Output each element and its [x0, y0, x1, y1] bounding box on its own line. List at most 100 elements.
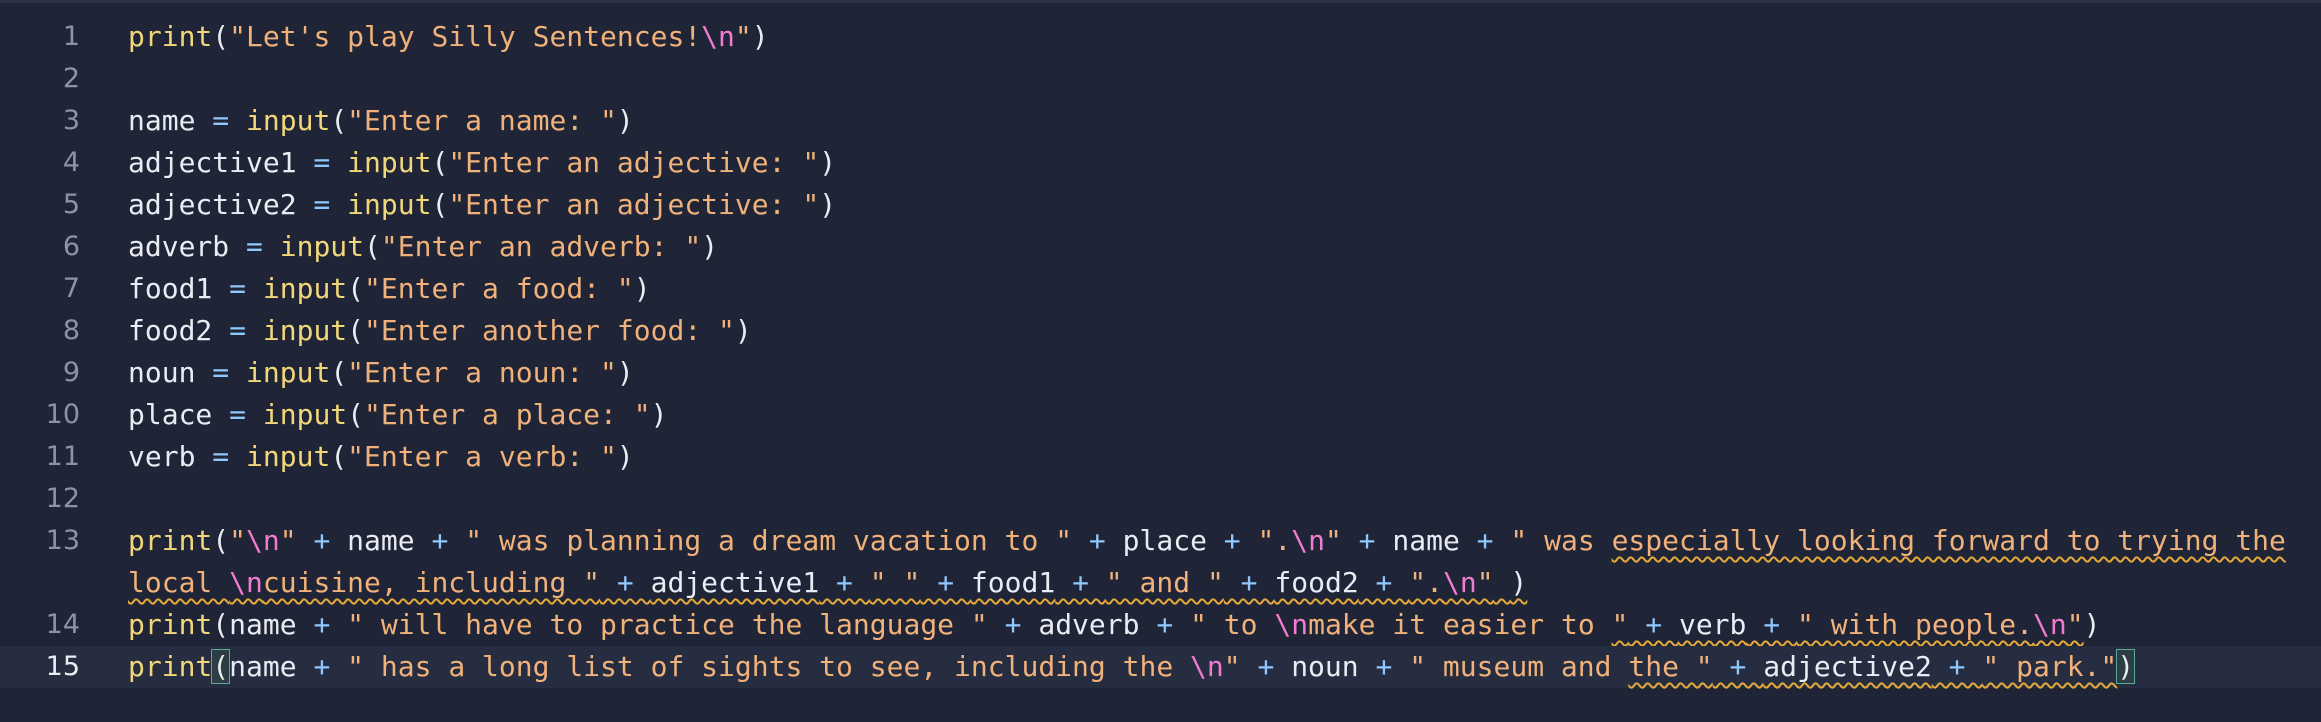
token-identifier: food1	[970, 566, 1056, 599]
line-number: 11	[45, 441, 80, 472]
code-text[interactable]: adjective1 = input("Enter an adjective: …	[128, 142, 836, 184]
code-line-10[interactable]: 10 place = input("Enter a place: ")	[0, 394, 2321, 436]
token-punct: )	[633, 272, 651, 305]
line-number: 9	[62, 357, 80, 388]
token-string: the "	[1628, 650, 1713, 683]
token-operator: =	[296, 146, 348, 179]
token-operator: =	[212, 314, 263, 347]
token-operator: +	[819, 566, 870, 599]
token-identifier: adjective2	[128, 188, 297, 221]
token-string: " to	[1190, 608, 1275, 641]
code-line-5[interactable]: 5 adjective2 = input("Enter an adjective…	[0, 184, 2321, 226]
token-identifier: adjective2	[1763, 650, 1932, 683]
token-string: " with people.	[1796, 608, 2033, 641]
code-text[interactable]: noun = input("Enter a noun: ")	[128, 352, 634, 394]
code-line-11[interactable]: 11 verb = input("Enter a verb: ")	[0, 436, 2321, 478]
token-operator: +	[1459, 524, 1511, 557]
token-punct: (	[330, 440, 348, 473]
code-text[interactable]: verb = input("Enter a verb: ")	[128, 436, 634, 478]
token-punct: (	[347, 272, 365, 305]
token-operator: +	[1223, 566, 1275, 599]
code-editor[interactable]: 1 print("Let's play Silly Sentences!\n")…	[0, 0, 2321, 722]
code-text[interactable]: print(name + " has a long list of sights…	[128, 646, 2136, 688]
token-punct: )	[1510, 566, 1528, 599]
code-text[interactable]: print(name + " will have to practice the…	[128, 604, 2100, 646]
token-escape: \n	[1442, 566, 1477, 599]
token-identifier: food1	[128, 272, 213, 305]
token-string-warning: especially looking forward to trying the	[1611, 524, 2286, 557]
code-line-2[interactable]: 2	[0, 58, 2321, 100]
token-string: "Enter an adverb: "	[380, 230, 702, 263]
token-identifier: place	[1122, 524, 1207, 557]
code-line-14[interactable]: 14 print(name + " will have to practice …	[0, 604, 2321, 646]
token-operator: +	[987, 608, 1039, 641]
token-operator: +	[1358, 566, 1410, 599]
wrap-row-1: print("\n" + name + " was planning a dre…	[128, 520, 2286, 562]
token-string: ".	[1257, 524, 1292, 557]
code-text[interactable]: print("Let's play Silly Sentences!\n")	[128, 16, 769, 58]
token-identifier: adjective1	[128, 146, 297, 179]
token-escape: \n	[246, 524, 280, 557]
token-escape: \n	[1190, 650, 1224, 683]
token-punct: (	[212, 20, 230, 53]
token-identifier: verb	[1678, 608, 1747, 641]
token-string: "	[279, 524, 297, 557]
token-operator: +	[1072, 524, 1123, 557]
token-escape: \n	[1291, 524, 1325, 557]
token-string: "Enter a noun: "	[347, 356, 617, 389]
token-punct: )	[616, 440, 634, 473]
token-string: "	[1476, 566, 1494, 599]
token-function: input	[347, 146, 432, 179]
line-number: 5	[62, 189, 80, 220]
token-string: "	[1611, 608, 1629, 641]
token-string: " was	[1510, 524, 1612, 557]
token-identifier: name	[1392, 524, 1460, 557]
code-text[interactable]: place = input("Enter a place: ")	[128, 394, 667, 436]
token-operator: +	[296, 650, 348, 683]
token-punct: )	[650, 398, 668, 431]
token-string: " and "	[1105, 566, 1224, 599]
code-line-6[interactable]: 6 adverb = input("Enter an adverb: ")	[0, 226, 2321, 268]
token-string: "Enter an adjective: "	[448, 146, 820, 179]
line-number: 13	[45, 525, 80, 556]
code-line-3[interactable]: 3 name = input("Enter a name: ")	[0, 100, 2321, 142]
code-line-12[interactable]: 12	[0, 478, 2321, 520]
code-text[interactable]: print("\n" + name + " was planning a dre…	[128, 520, 2286, 604]
token-identifier: verb	[128, 440, 196, 473]
code-line-7[interactable]: 7 food1 = input("Enter a food: ")	[0, 268, 2321, 310]
code-text[interactable]: adverb = input("Enter an adverb: ")	[128, 226, 718, 268]
token-function: input	[347, 188, 432, 221]
token-whitespace	[1494, 566, 1511, 599]
token-string: " was planning a dream vacation to "	[465, 524, 1073, 557]
token-function: input	[262, 314, 348, 347]
token-punct: )	[701, 230, 719, 263]
token-operator: +	[1139, 608, 1191, 641]
token-operator: +	[1746, 608, 1797, 641]
code-line-13[interactable]: 13 print("\n" + name + " was planning a …	[0, 520, 2321, 604]
token-identifier: noun	[128, 356, 196, 389]
line-number: 1	[62, 21, 80, 52]
token-operator: =	[195, 104, 247, 137]
token-operator: =	[195, 356, 247, 389]
token-function: print	[128, 650, 213, 683]
warning-span: the " + adjective2 + " park."	[1628, 650, 2117, 683]
token-operator: +	[296, 608, 348, 641]
token-operator: =	[296, 188, 348, 221]
token-operator: +	[1341, 524, 1393, 557]
code-line-4[interactable]: 4 adjective1 = input("Enter an adjective…	[0, 142, 2321, 184]
code-text[interactable]: name = input("Enter a name: ")	[128, 100, 634, 142]
token-punct: (	[347, 314, 365, 347]
code-line-9[interactable]: 9 noun = input("Enter a noun: ")	[0, 352, 2321, 394]
token-function: input	[262, 398, 348, 431]
token-string: "Enter another food: "	[364, 314, 735, 347]
token-string: "	[734, 20, 752, 53]
code-text[interactable]: food2 = input("Enter another food: ")	[128, 310, 752, 352]
code-line-1[interactable]: 1 print("Let's play Silly Sentences!\n")	[0, 16, 2321, 58]
token-function: print	[128, 608, 213, 641]
code-text[interactable]: adjective2 = input("Enter an adjective: …	[128, 184, 836, 226]
line-number: 15	[45, 651, 80, 682]
token-string: "	[1324, 524, 1342, 557]
code-text[interactable]: food1 = input("Enter a food: ")	[128, 268, 651, 310]
code-line-8[interactable]: 8 food2 = input("Enter another food: ")	[0, 310, 2321, 352]
code-line-15-active[interactable]: 15 print(name + " has a long list of sig…	[0, 646, 2321, 688]
